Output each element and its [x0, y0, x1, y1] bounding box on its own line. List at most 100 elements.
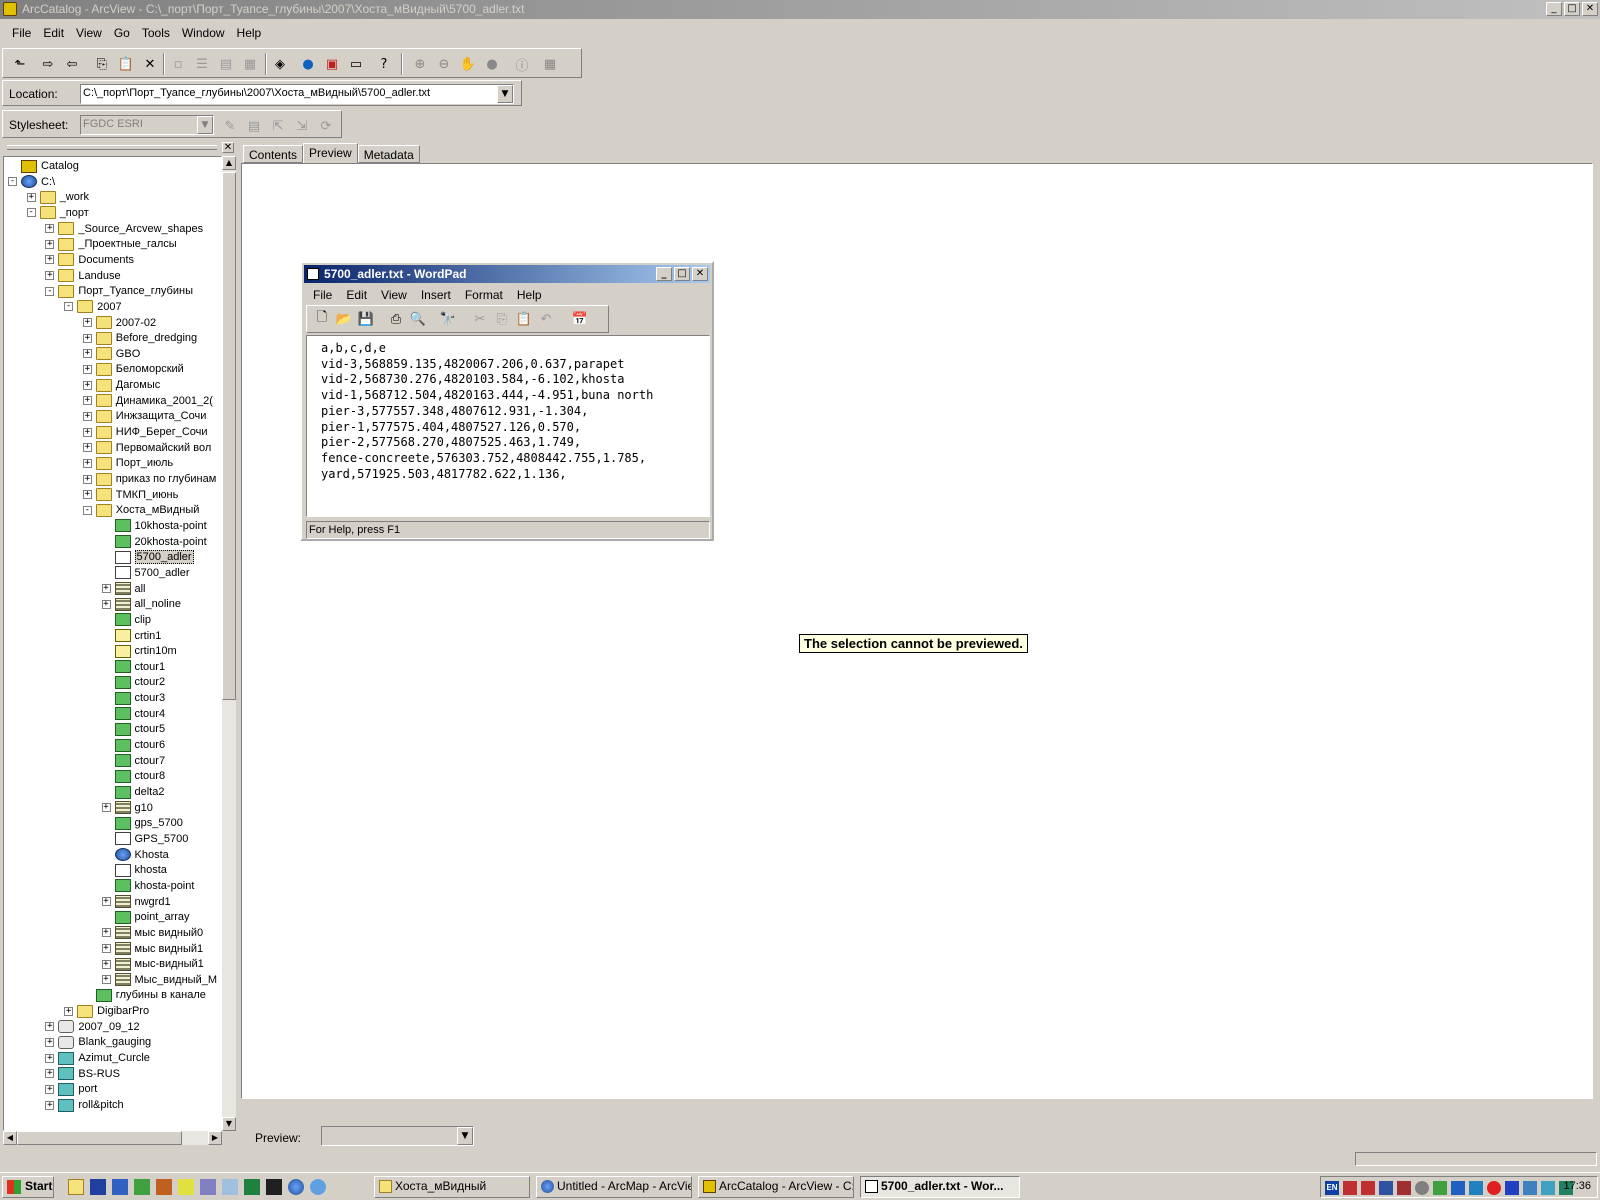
print-preview-icon[interactable]: 🔍 [407, 308, 429, 330]
tree-node[interactable]: + GBO [82, 346, 140, 362]
details-icon[interactable]: ▤ [215, 53, 237, 75]
tab-contents[interactable]: Contents [243, 145, 304, 163]
identify-icon[interactable]: ⓘ [511, 53, 533, 75]
expand-icon[interactable]: + [64, 1006, 74, 1016]
collapse-icon[interactable]: - [45, 286, 55, 296]
expand-icon[interactable]: + [82, 349, 92, 359]
expand-icon[interactable]: + [101, 897, 111, 907]
expand-icon[interactable]: + [82, 333, 92, 343]
expand-icon[interactable]: + [82, 427, 92, 437]
new-document-icon[interactable]: 🗋 [311, 308, 333, 330]
arcglobe-icon[interactable]: ● [297, 53, 319, 75]
tree-node[interactable]: khosta-point [102, 878, 194, 894]
tree-node[interactable]: khosta [102, 862, 167, 878]
tree-node[interactable]: 5700_adler [102, 549, 194, 565]
preview-type-dropdown-arrow-icon[interactable]: ▼ [457, 1127, 473, 1145]
tree-node[interactable]: + _Проектные_галсы [45, 236, 177, 252]
tree-node[interactable]: crtin1 [102, 628, 161, 644]
expand-icon[interactable]: + [101, 959, 111, 969]
tree-node[interactable]: point_array [102, 909, 190, 925]
tree-node[interactable]: + Documents [45, 252, 134, 268]
tree-node[interactable]: ctour5 [102, 721, 165, 737]
tree-node[interactable]: глубины в канале [83, 987, 206, 1003]
tree-node[interactable]: ctour1 [102, 659, 165, 675]
cut-icon[interactable]: ✂ [469, 308, 491, 330]
expand-icon[interactable]: + [101, 584, 111, 594]
tree-node[interactable]: + BS-RUS [45, 1066, 120, 1082]
tree-node[interactable]: + Инжзащита_Сочи [82, 408, 206, 424]
quick-launch-tool-icon[interactable] [156, 1179, 172, 1195]
tree-node[interactable]: - 2007 [64, 299, 122, 315]
wordpad-menu-file[interactable]: File [306, 286, 339, 304]
tree-node[interactable]: + Дагомыс [82, 377, 160, 393]
tree-node[interactable]: crtin10m [102, 643, 177, 659]
tree-node[interactable]: + _work [26, 189, 89, 205]
tree-node[interactable]: + Landuse [45, 268, 121, 284]
tree-node[interactable]: + мыс видный0 [101, 925, 203, 941]
tree-node[interactable]: + Мыс_видный_M [101, 972, 217, 988]
tray-network2-icon[interactable] [1361, 1181, 1375, 1195]
expand-icon[interactable]: + [45, 1022, 55, 1032]
update-metadata-icon[interactable]: ⟳ [315, 115, 337, 137]
tree-node[interactable]: + DigibarPro [64, 1003, 149, 1019]
task-folder-khosta[interactable]: Хоста_мВидный [374, 1176, 530, 1198]
tree-node[interactable]: ctour3 [102, 690, 165, 706]
tree-node[interactable]: - _порт [26, 205, 89, 221]
expand-icon[interactable]: + [26, 192, 36, 202]
menu-view[interactable]: View [70, 22, 108, 44]
up-one-level-icon[interactable]: ⬑ [9, 53, 31, 75]
tree-node[interactable]: 10khosta-point [102, 518, 207, 534]
expand-icon[interactable]: + [45, 224, 55, 234]
tray-close-icon[interactable] [1397, 1181, 1411, 1195]
expand-icon[interactable]: + [82, 490, 92, 500]
wordpad-menu-help[interactable]: Help [510, 286, 549, 304]
window-title-bar[interactable]: ArcCatalog - ArcView - C:\_порт\Порт_Туа… [0, 0, 1600, 19]
tree-node[interactable]: 20khosta-point [102, 534, 207, 550]
zoom-in-icon[interactable]: ⊕ [409, 53, 431, 75]
create-thumbnail-icon[interactable]: ▦ [539, 53, 561, 75]
tree-node[interactable]: + _Source_Arcvew_shapes [45, 221, 203, 237]
tree-node[interactable]: ctour6 [102, 737, 165, 753]
wordpad-maximize-button[interactable]: □ [674, 267, 690, 281]
tree-node[interactable]: + g10 [101, 800, 153, 816]
tree-node[interactable]: + мыс-видный1 [101, 956, 204, 972]
tree-node[interactable]: + all [101, 581, 146, 597]
wordpad-menu-format[interactable]: Format [458, 286, 510, 304]
tree-node[interactable]: - Порт_Туапсе_глубины [45, 283, 193, 299]
tree-pane-close-icon[interactable]: ✕ [222, 142, 234, 153]
tray-display-icon[interactable] [1523, 1181, 1537, 1195]
expand-icon[interactable]: + [45, 239, 55, 249]
tree-node[interactable]: + Первомайский вол [82, 440, 211, 456]
tree-node[interactable]: clip [102, 612, 151, 628]
tray-security-icon[interactable] [1433, 1181, 1447, 1195]
large-icons-icon[interactable]: ▫ [167, 53, 189, 75]
preview-type-combo[interactable]: ▼ [321, 1126, 474, 1146]
expand-icon[interactable]: + [82, 318, 92, 327]
wordpad-menu-edit[interactable]: Edit [339, 286, 374, 304]
expand-icon[interactable]: + [82, 411, 92, 421]
date-time-icon[interactable]: 📅 [569, 308, 591, 330]
tab-preview[interactable]: Preview [303, 143, 358, 164]
tray-sync-icon[interactable] [1541, 1181, 1555, 1195]
quick-launch-save-icon[interactable] [90, 1179, 106, 1195]
list-icon[interactable]: ☰ [191, 53, 213, 75]
tree-horizontal-scrollbar[interactable]: ◀ ▶ [3, 1131, 222, 1145]
tree-node[interactable]: +2007_09_12 [45, 1019, 140, 1035]
tree-node[interactable]: + Динамика_2001_2( [82, 393, 213, 409]
arctoolbox-icon[interactable]: ▣ [321, 53, 343, 75]
open-icon[interactable]: 📂 [333, 308, 355, 330]
language-indicator[interactable]: EN [1325, 1181, 1339, 1195]
quick-launch-app-icon[interactable] [112, 1179, 128, 1195]
expand-icon[interactable]: + [82, 474, 92, 484]
tree-node[interactable]: +2007-02 [82, 315, 156, 331]
tree-node[interactable]: ctour8 [102, 768, 165, 784]
export-metadata-icon[interactable]: ⇲ [291, 115, 313, 137]
stylesheet-dropdown-arrow-icon[interactable]: ▼ [197, 116, 213, 134]
metadata-properties-icon[interactable]: ▤ [243, 115, 265, 137]
task-wordpad[interactable]: 5700_adler.txt - Wor... [860, 1176, 1020, 1198]
scroll-up-arrow-icon[interactable]: ▲ [222, 156, 236, 170]
collapse-icon[interactable]: - [82, 505, 92, 515]
launch-arcmap-icon[interactable]: ◈ [269, 53, 291, 75]
zoom-out-icon[interactable]: ⊖ [433, 53, 455, 75]
expand-icon[interactable]: + [101, 975, 111, 985]
